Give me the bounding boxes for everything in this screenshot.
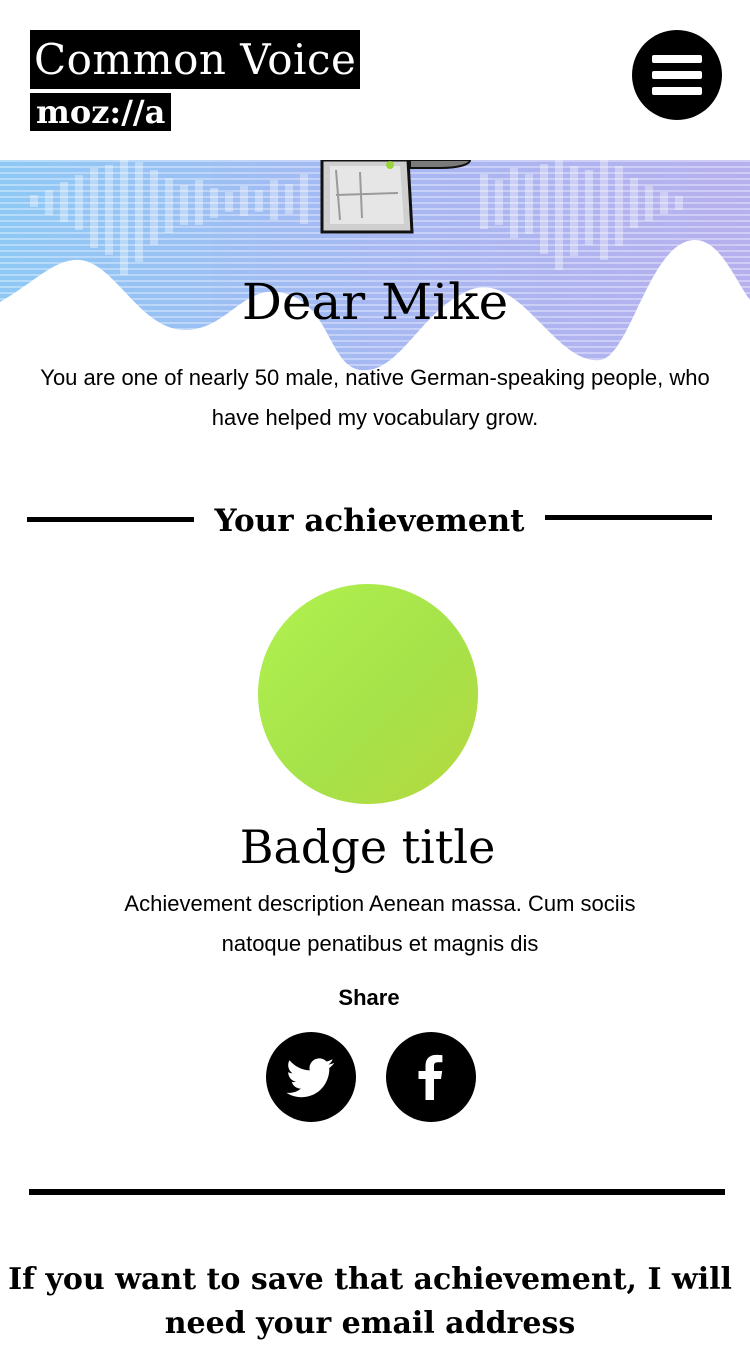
hamburger-menu-icon-bar [652,71,702,79]
facebook-share-button[interactable] [386,1032,476,1122]
hamburger-menu-icon-bar [652,87,702,95]
badge-description: Achievement description Aenean massa. Cu… [124,891,636,956]
common-voice-logo[interactable]: Common Voice [30,30,361,89]
facebook-icon [418,1054,443,1100]
achievement-badge [258,584,478,804]
twitter-share-button[interactable] [266,1032,356,1122]
badge-title: Badge title [239,820,496,874]
hamburger-menu-icon [652,55,702,63]
save-achievement-prompt: If you want to save that achievement, I … [8,1262,732,1341]
site-header: Common Voice moz://a [0,0,750,160]
twitter-icon [286,1058,335,1098]
section-rule-right [545,515,712,520]
menu-button[interactable] [632,30,722,120]
achievement-section-title: Your achievement [214,503,525,539]
section-divider [29,1189,725,1195]
section-rule-left [27,517,194,522]
intro-message: You are one of nearly 50 male, native Ge… [40,365,710,430]
share-label: Share [338,985,400,1010]
mozilla-logo[interactable]: moz://a [30,93,172,131]
greeting-heading: Dear Mike [241,273,509,331]
